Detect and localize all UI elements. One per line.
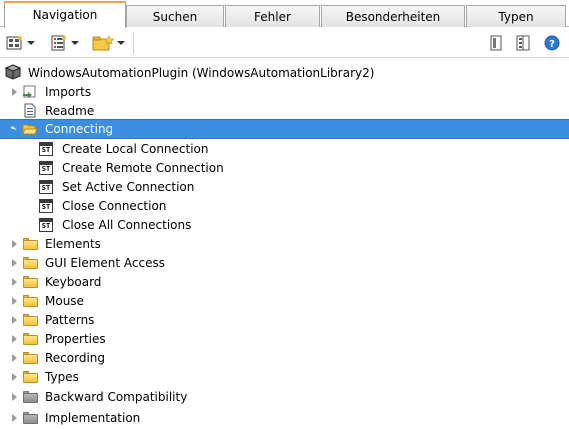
st-icon: ST (39, 142, 53, 156)
help-icon: ? (544, 35, 560, 51)
tree-item-types[interactable]: Types (0, 367, 569, 386)
list-view-icon (51, 35, 66, 51)
navigation-tree: WindowsAutomationPlugin (WindowsAutomati… (0, 60, 569, 429)
tree-item-label: Create Remote Connection (62, 160, 224, 175)
tree-item-label: Elements (45, 236, 101, 251)
tree-item-properties[interactable]: Properties (0, 329, 569, 348)
toolbar-separator (133, 32, 134, 54)
tree-item-elements[interactable]: Elements (0, 234, 569, 253)
tree-item-backward-compatibility[interactable]: Backward Compatibility (0, 387, 569, 406)
tree-root-label: WindowsAutomationPlugin (WindowsAutomati… (28, 65, 375, 80)
folder-icon (23, 295, 38, 307)
tree-item-label: Mouse (45, 293, 84, 308)
expand-icon[interactable] (10, 258, 18, 268)
tree-item-set-active-connection[interactable]: ST Set Active Connection (0, 177, 569, 196)
plugin-package-icon (5, 64, 21, 80)
new-folder-button[interactable] (92, 33, 125, 53)
tree-item-label: Implementation (45, 410, 141, 425)
tree-item-create-local-connection[interactable]: ST Create Local Connection (0, 139, 569, 158)
tree-item-label: Create Local Connection (62, 141, 209, 156)
gray-folder-icon (23, 391, 38, 403)
st-icon: ST (39, 218, 53, 232)
collapse-panel-icon (516, 35, 530, 51)
tree-view-button[interactable] (6, 33, 35, 53)
tree-item-label: Readme (45, 103, 95, 118)
expand-icon[interactable] (10, 372, 18, 382)
folder-icon (23, 257, 38, 269)
tree-root[interactable]: WindowsAutomationPlugin (WindowsAutomati… (0, 63, 569, 82)
tree-item-mouse[interactable]: Mouse (0, 291, 569, 310)
st-icon: ST (39, 180, 53, 194)
tab-suchen-label: Suchen (152, 9, 198, 24)
tree-item-label: Set Active Connection (62, 179, 195, 194)
imports-icon (23, 85, 36, 98)
folder-icon (23, 352, 38, 364)
tab-typen[interactable]: Typen (466, 5, 566, 27)
tree-item-label: Close All Connections (62, 217, 192, 232)
help-button[interactable]: ? (544, 33, 560, 53)
document-icon (24, 103, 36, 118)
st-icon: ST (39, 199, 53, 213)
folder-icon (23, 238, 38, 250)
expand-icon[interactable] (10, 353, 18, 363)
folder-icon (23, 333, 38, 345)
svg-text:?: ? (549, 39, 555, 50)
new-folder-icon (92, 35, 114, 51)
expand-icon[interactable] (10, 87, 18, 97)
tree-item-label: Imports (45, 84, 92, 99)
tab-besonderheiten[interactable]: Besonderheiten (321, 5, 465, 27)
tree-item-close-all-connections[interactable]: ST Close All Connections (0, 215, 569, 234)
tree-item-close-connection[interactable]: ST Close Connection (0, 196, 569, 215)
expand-icon[interactable] (10, 239, 18, 249)
tab-typen-label: Typen (498, 9, 534, 24)
expand-icon[interactable] (10, 392, 18, 402)
tab-fehler-label: Fehler (254, 9, 291, 24)
tab-navigation-label: Navigation (32, 8, 98, 22)
expand-icon[interactable] (10, 413, 18, 423)
book-button[interactable] (488, 33, 504, 53)
folder-open-icon (22, 124, 38, 135)
st-icon: ST (39, 161, 53, 175)
tab-suchen[interactable]: Suchen (126, 5, 224, 27)
collapse-icon[interactable] (9, 124, 17, 134)
tree-item-recording[interactable]: Recording (0, 348, 569, 367)
toolbar: ? (0, 28, 569, 58)
folder-icon (23, 371, 38, 383)
book-icon (490, 35, 502, 51)
expand-icon[interactable] (10, 296, 18, 306)
list-view-button[interactable] (50, 33, 79, 53)
tree-item-label: Patterns (45, 312, 95, 327)
tree-item-label: Keyboard (45, 274, 102, 289)
tree-item-label: Connecting (45, 122, 114, 136)
tree-item-patterns[interactable]: Patterns (0, 310, 569, 329)
tab-bar: Navigation Suchen Fehler Besonderheiten … (0, 0, 569, 28)
tree-item-label: Close Connection (62, 198, 167, 213)
tree-view-icon (6, 36, 22, 50)
tree-item-gui-element-access[interactable]: GUI Element Access (0, 253, 569, 272)
gray-folder-icon (23, 412, 38, 424)
tree-item-implementation[interactable]: Implementation (0, 408, 569, 427)
tab-navigation[interactable]: Navigation (4, 1, 126, 28)
tab-fehler[interactable]: Fehler (225, 5, 320, 27)
folder-icon (23, 276, 38, 288)
expand-icon[interactable] (10, 315, 18, 325)
tree-item-label: Recording (45, 350, 106, 365)
tree-item-connecting[interactable]: Connecting (0, 119, 569, 139)
tree-item-label: Backward Compatibility (45, 389, 188, 404)
tree-item-label: Properties (45, 331, 106, 346)
expand-icon[interactable] (10, 334, 18, 344)
folder-icon (23, 314, 38, 326)
collapse-panel-button[interactable] (515, 33, 531, 53)
tree-item-readme[interactable]: Readme (0, 101, 569, 120)
tree-item-imports[interactable]: Imports (0, 82, 569, 101)
tree-item-label: GUI Element Access (45, 255, 166, 270)
tree-item-create-remote-connection[interactable]: ST Create Remote Connection (0, 158, 569, 177)
tree-item-label: Types (45, 369, 79, 384)
tab-besonderheiten-label: Besonderheiten (345, 9, 441, 24)
expand-icon[interactable] (10, 277, 18, 287)
tree-item-keyboard[interactable]: Keyboard (0, 272, 569, 291)
